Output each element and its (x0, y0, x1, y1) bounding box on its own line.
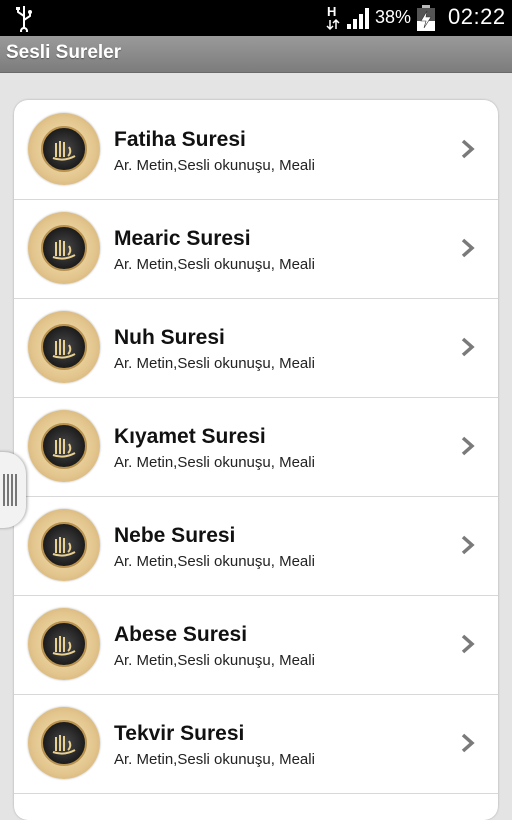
item-title: Tekvir Suresi (114, 722, 245, 745)
allah-calligraphy-icon (28, 707, 100, 779)
list-item[interactable]: Kıyamet Suresi Ar. Metin,Sesli okunuşu, … (14, 397, 498, 497)
drawer-handle[interactable] (0, 452, 26, 528)
list-item[interactable]: Nuh Suresi Ar. Metin,Sesli okunuşu, Meal… (14, 298, 498, 398)
item-title: Nebe Suresi (114, 524, 236, 547)
chevron-right-icon (461, 634, 475, 654)
item-subtitle: Ar. Metin,Sesli okunuşu, Meali (114, 355, 315, 372)
hspa-icon: H (326, 4, 340, 31)
app-title: Sesli Sureler (6, 42, 122, 63)
allah-calligraphy-icon (28, 509, 100, 581)
usb-icon (16, 6, 32, 32)
chevron-right-icon (461, 733, 475, 753)
allah-calligraphy-icon (28, 113, 100, 185)
allah-calligraphy-icon (28, 212, 100, 284)
item-subtitle: Ar. Metin,Sesli okunuşu, Meali (114, 256, 315, 273)
list-item[interactable]: Mearic Suresi Ar. Metin,Sesli okunuşu, M… (14, 199, 498, 299)
chevron-right-icon (461, 337, 475, 357)
battery-percent: 38% (375, 7, 412, 27)
battery-charging-icon (417, 5, 435, 31)
chevron-right-icon (461, 139, 475, 159)
sure-list: Fatiha Suresi Ar. Metin,Sesli okunuşu, M… (14, 100, 498, 820)
item-title: Mearic Suresi (114, 227, 251, 250)
item-subtitle: Ar. Metin,Sesli okunuşu, Meali (114, 157, 315, 174)
list-item[interactable]: Nebe Suresi Ar. Metin,Sesli okunuşu, Mea… (14, 496, 498, 596)
chevron-right-icon (461, 238, 475, 258)
item-title: Abese Suresi (114, 623, 248, 646)
item-title: Fatiha Suresi (114, 128, 246, 151)
chevron-right-icon (461, 535, 475, 555)
item-title: Nuh Suresi (114, 326, 225, 349)
allah-calligraphy-icon (28, 608, 100, 680)
app-bar: Sesli Sureler (0, 36, 512, 73)
allah-calligraphy-icon (28, 311, 100, 383)
item-title: Kıyamet Suresi (114, 425, 266, 448)
chevron-right-icon (461, 436, 475, 456)
item-subtitle: Ar. Metin,Sesli okunuşu, Meali (114, 553, 315, 570)
status-bar: H 38% 02:22 (0, 0, 512, 36)
drawer-grip-icon (3, 474, 17, 506)
svg-text:H: H (327, 4, 336, 19)
list-item[interactable]: Fatiha Suresi Ar. Metin,Sesli okunuşu, M… (14, 100, 498, 200)
list-item[interactable]: Abese Suresi Ar. Metin,Sesli okunuşu, Me… (14, 595, 498, 695)
clock: 02:22 (448, 4, 506, 29)
item-subtitle: Ar. Metin,Sesli okunuşu, Meali (114, 652, 315, 669)
item-subtitle: Ar. Metin,Sesli okunuşu, Meali (114, 454, 315, 471)
list-item[interactable]: Tekvir Suresi Ar. Metin,Sesli okunuşu, M… (14, 694, 498, 794)
allah-calligraphy-icon (28, 410, 100, 482)
signal-icon (347, 8, 369, 29)
item-subtitle: Ar. Metin,Sesli okunuşu, Meali (114, 751, 315, 768)
